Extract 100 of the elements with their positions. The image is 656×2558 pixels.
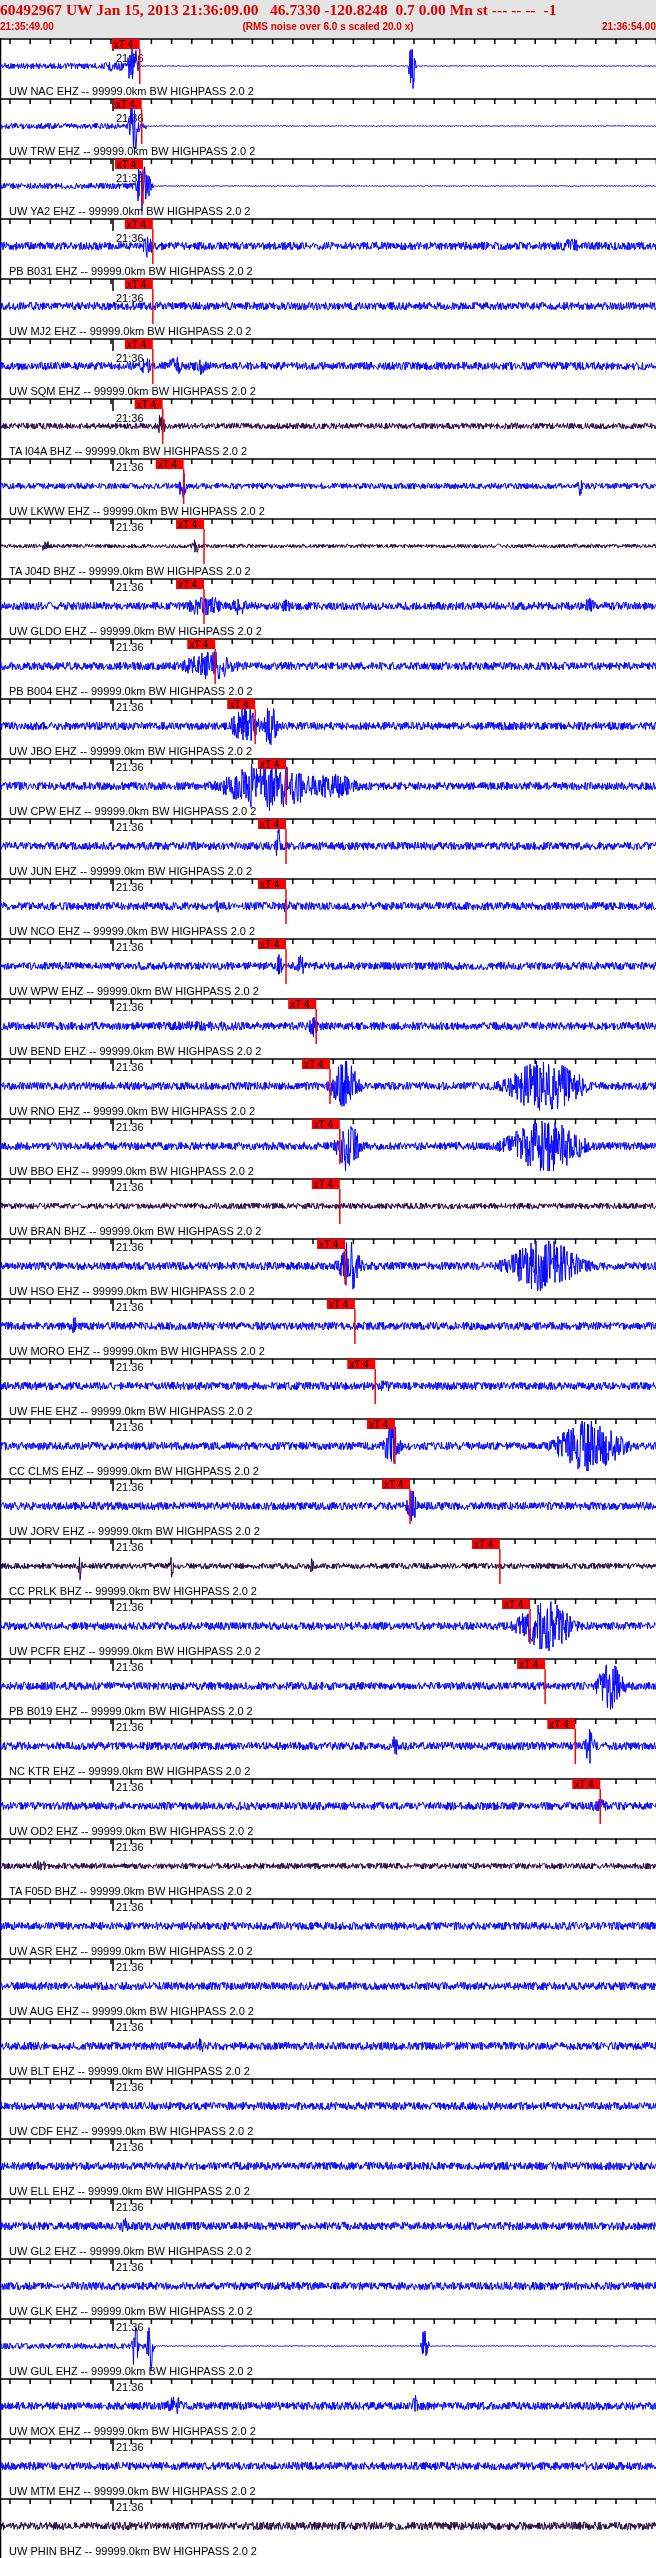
pick-line (152, 348, 154, 385)
pick-marker: xT 4 (258, 939, 286, 950)
trace-label: UW GL2 EHZ -- 99999.0km BW HIGHPASS 2.0 2 (9, 2245, 252, 2257)
pick-marker: xT 4 (382, 1479, 410, 1490)
pick-marker: xT 4 (187, 639, 216, 650)
time-label: 21:36 (116, 1121, 144, 1133)
pick-marker: xT 4 (155, 459, 184, 470)
trace-label: UW RNO EHZ -- 99999.0km BW HIGHPASS 2.0 2 (9, 1105, 256, 1117)
pick-marker: xT 4 (317, 1239, 346, 1250)
pick-marker: xT 4 (471, 1539, 500, 1550)
pick-marker: xT 4 (517, 1659, 546, 1670)
trace-label: UW MJ2 EHZ -- 99999.0km BW HIGHPASS 2.0 2 (9, 325, 252, 337)
trace-label: UW SQM EHZ -- 99999.0km BW HIGHPASS 2.0 2 (9, 385, 256, 397)
pick-line (203, 528, 205, 565)
time-label: 21:36 (116, 1661, 144, 1673)
time-label: 21:36 (116, 292, 144, 304)
pick-line (499, 1548, 501, 1585)
pick-line (214, 648, 216, 685)
trace-label: PB B019 EHZ -- 99999.0km BW HIGHPASS 2.0 2 (9, 1705, 253, 1717)
trace-label: UW WPW EHZ -- 99999.0km BW HIGHPASS 2.0 2 (9, 985, 259, 997)
pick-marker: xT 4 (124, 339, 153, 350)
time-label: 21:36 (116, 1901, 144, 1913)
trace-label: UW JBO EHZ -- 99999.0km BW HIGHPASS 2.0 2 (9, 745, 253, 757)
pick-line (161, 408, 164, 445)
time-label: 21:36 (116, 1001, 144, 1013)
trace-label: CC PRLK BHZ -- 99999.0km BW HIGHPASS 2.0 2 (9, 1585, 257, 1597)
pick-marker: xT 4 (176, 579, 204, 590)
trace-label: UW CPW EHZ -- 99999.0km BW HIGHPASS 2.0 2 (9, 805, 257, 817)
trace-label: UW YA2 EHZ -- 99999.0km BW HIGHPASS 2.0 2 (9, 205, 251, 217)
time-label: 21:36 (116, 1241, 144, 1253)
pick-line (285, 948, 287, 985)
pick-marker: xT 4 (288, 999, 317, 1010)
pick-marker: xT 4 (227, 699, 256, 710)
trace-label: UW GLDO EHZ -- 99999.0km BW HIGHPASS 2.0 2 (9, 625, 262, 637)
trace-label: UW PCFR EHZ -- 99999.0km BW HIGHPASS 2.0 2 (9, 1645, 261, 1657)
time-label: 21:36 (116, 521, 144, 533)
trace-label: UW HSO EHZ -- 99999.0km BW HIGHPASS 2.0 2 (9, 1285, 255, 1297)
time-label: 21:36 (116, 701, 144, 713)
trace-label: NC KTR EHZ -- 99999.0km BW HIGHPASS 2.0 2 (9, 1765, 251, 1777)
trace-label: UW GUL EHZ -- 99999.0km BW HIGHPASS 2.0 2 (9, 2365, 253, 2377)
trace-label: UW NCO EHZ -- 99999.0km BW HIGHPASS 2.0 2 (9, 925, 256, 937)
pick-marker: xT 4 (124, 279, 153, 290)
time-label: 21:36 (116, 1961, 144, 1973)
time-label: 21:36 (116, 2381, 144, 2393)
pick-marker: xT 4 (134, 399, 163, 410)
time-label: 21:36 (116, 641, 144, 653)
pick-line (354, 1308, 356, 1345)
pick-marker: xT 4 (111, 39, 140, 50)
time-label: 21:36 (116, 1181, 144, 1193)
time-label: 21:36 (116, 761, 144, 773)
time-label: 21:36 (116, 1841, 144, 1853)
time-label: 21:36 (116, 881, 144, 893)
trace-label: UW NAC EHZ -- 99999.0km BW HIGHPASS 2.0 2 (9, 85, 254, 97)
time-label: 21:36 (116, 232, 144, 244)
time-label: 21:36 (116, 1481, 144, 1493)
time-label: 21:36 (116, 581, 144, 593)
time-label: 21:36 (116, 1061, 144, 1073)
end-time: 21:36:54.00 (602, 20, 656, 34)
pick-marker: xT 4 (366, 1419, 395, 1430)
pick-line (344, 1248, 346, 1285)
trace-label: UW BLT EHZ -- 99999.0km BW HIGHPASS 2.0 2 (9, 2065, 250, 2077)
time-label: 21:36 (116, 821, 144, 833)
time-label: 21:36 (116, 2081, 144, 2093)
pick-marker: xT 4 (115, 159, 143, 170)
trace-label: UW MOX EHZ -- 99999.0km BW HIGHPASS 2.0 2 (9, 2425, 256, 2437)
time-label: 21:36 (116, 1301, 144, 1313)
trace-label: PB B004 EHZ -- 99999.0km BW HIGHPASS 2.0 2 (9, 685, 253, 697)
pick-marker: xT 4 (572, 1779, 601, 1790)
time-label: 21:36 (116, 1601, 144, 1613)
pick-line (285, 828, 287, 865)
time-label: 21:36 (116, 941, 144, 953)
pick-line (152, 228, 154, 265)
time-label: 21:36 (116, 2501, 144, 2513)
trace-label: UW GLK EHZ -- 99999.0km BW HIGHPASS 2.0 2 (9, 2305, 253, 2317)
trace-label: PB B031 EHZ -- 99999.0km BW HIGHPASS 2.0 2 (9, 265, 253, 277)
trace-label: UW JUN EHZ -- 99999.0km BW HIGHPASS 2.0 2 (9, 865, 253, 877)
time-label: 21:36 (116, 1721, 144, 1733)
trace-label: UW JORV EHZ -- 99999.0km BW HIGHPASS 2.0 2 (9, 1525, 260, 1537)
time-label: 21:36 (116, 2441, 144, 2453)
pick-marker: xT 4 (258, 759, 286, 770)
time-label: 21:36 (116, 1361, 144, 1373)
start-time: 21:35:49.00 (0, 20, 54, 34)
trace-label: UW BEND EHZ -- 99999.0km BW HIGHPASS 2.0 2 (9, 1045, 262, 1057)
pick-line (182, 468, 185, 505)
time-label: 21:36 (116, 2141, 144, 2153)
trace-label: TA J04D BHZ -- 99999.0km BW HIGHPASS 2.0 2 (9, 565, 251, 577)
trace-label: CC CLMS EHZ -- 99999.0km BW HIGHPASS 2.0 2 (9, 1465, 259, 1477)
pick-line (599, 1788, 601, 1825)
pick-line (339, 1188, 341, 1225)
pick-marker: xT 4 (124, 219, 153, 230)
trace-label: UW MTM EHZ -- 99999.0km BW HIGHPASS 2.0 2 (9, 2485, 256, 2497)
trace-label: UW CDF EHZ -- 99999.0km BW HIGHPASS 2.0 2 (9, 2125, 254, 2137)
pick-line (152, 288, 154, 325)
noise-note: (RMS noise over 6.0 s scaled 20.0 x) (242, 20, 414, 34)
pick-marker: xT 4 (326, 1299, 355, 1310)
trace-label: UW AUG EHZ -- 99999.0km BW HIGHPASS 2.0 2 (9, 2005, 254, 2017)
trace-label: UW LKWW EHZ -- 99999.0km BW HIGHPASS 2.0 2 (9, 505, 265, 517)
trace-label: TA F05D BHZ -- 99999.0km BW HIGHPASS 2.0 2 (9, 1885, 252, 1897)
time-label: 21:36 (116, 461, 144, 473)
time-label: 21:36 (116, 1781, 144, 1793)
